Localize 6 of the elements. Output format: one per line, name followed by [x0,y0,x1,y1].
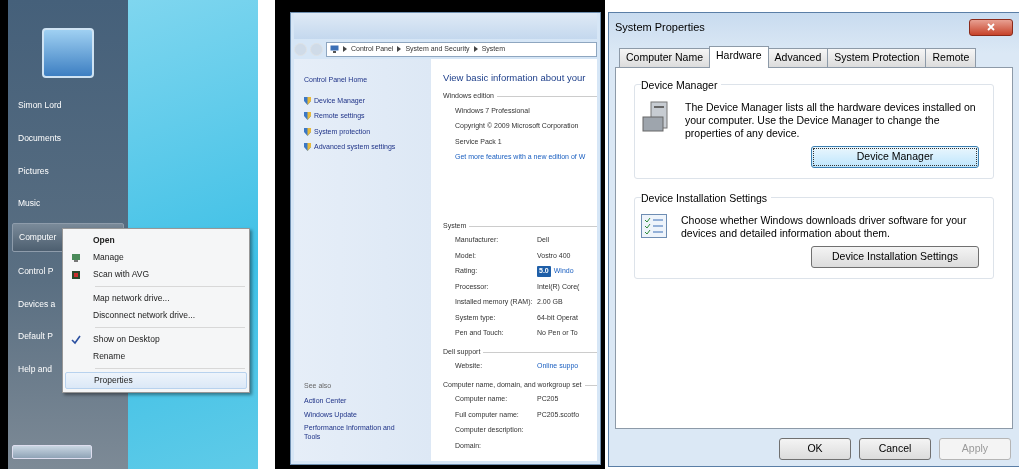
description-text: The Device Manager lists all the hardware devices installed on your computer. Use the Device Manager to change the properties of any device. [685,100,977,141]
group-title: Device Installation Settings [641,191,772,207]
dialog-title: System Properties [615,19,705,35]
group-title: Device Manager [641,78,722,94]
page-heading: View basic information about your [443,71,587,85]
description-text: Choose whether Windows downloads driver software for your devices and detailed information about them. [681,213,968,241]
